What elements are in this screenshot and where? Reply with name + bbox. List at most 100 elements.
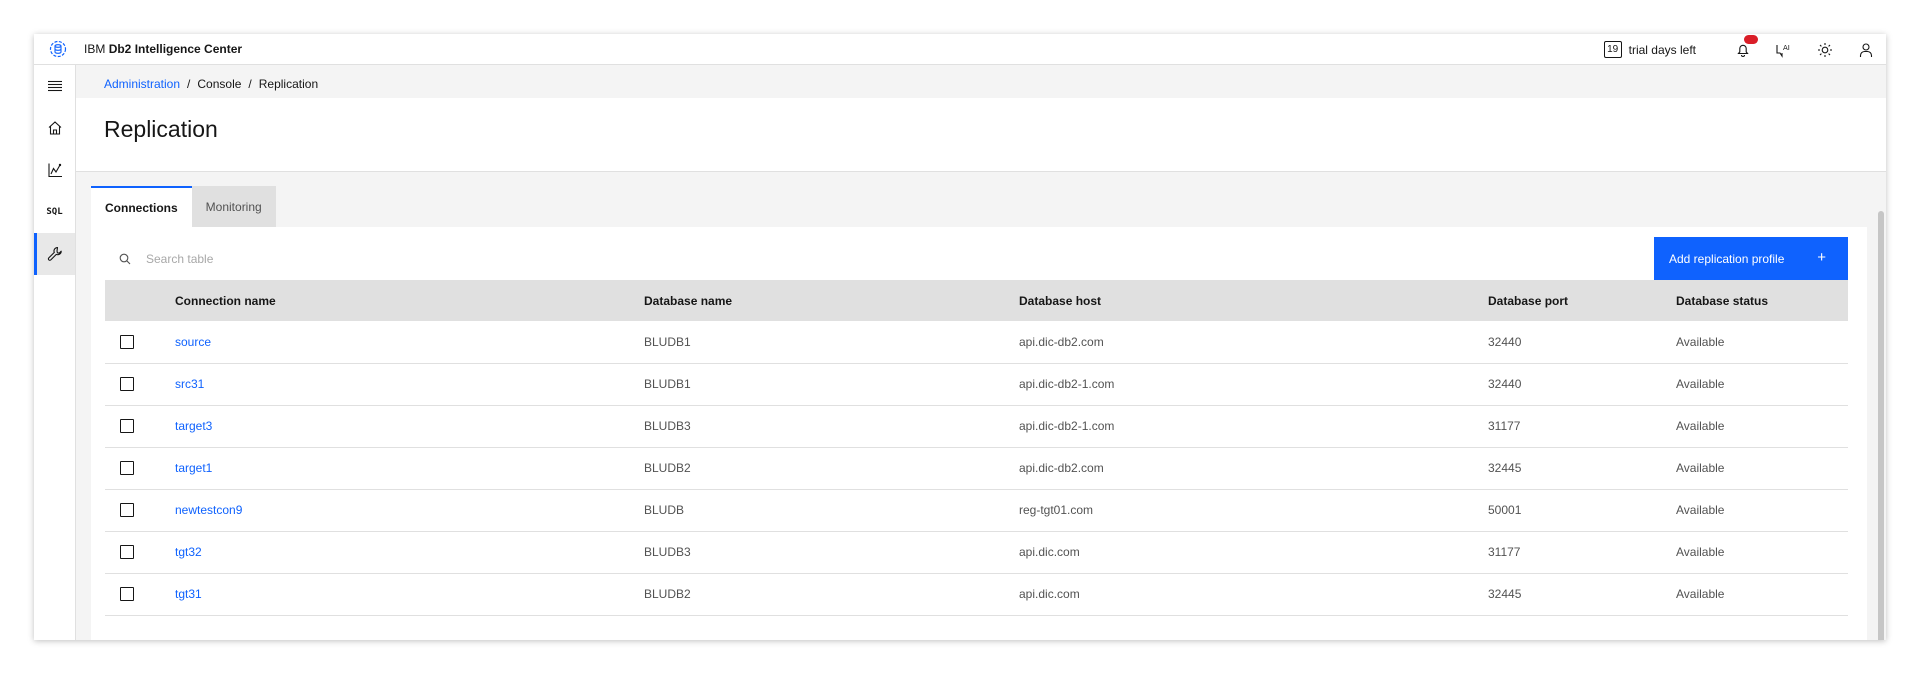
database-port-cell: 31177 <box>1488 545 1521 559</box>
database-port-cell: 50001 <box>1488 503 1522 517</box>
row-checkbox[interactable] <box>120 419 134 433</box>
breadcrumb-console: Console <box>197 77 242 91</box>
nav-home[interactable] <box>34 107 75 149</box>
search-input[interactable] <box>146 251 546 266</box>
nav-monitor[interactable] <box>34 149 75 191</box>
database-port-cell: 31177 <box>1488 419 1521 433</box>
nav-sql[interactable]: SQL <box>34 191 75 233</box>
header-database-port[interactable]: Database port <box>1488 280 1676 321</box>
database-name-cell: BLUDB3 <box>644 545 691 559</box>
breadcrumb: Administration / Console / Replication <box>104 77 318 91</box>
connection-link[interactable]: tgt32 <box>175 545 202 559</box>
add-button-label: Add replication profile <box>1669 251 1785 266</box>
connections-panel: Add replication profile + Connection nam… <box>91 227 1867 640</box>
brand-name: Db2 Intelligence Center <box>108 42 243 56</box>
header-database-host[interactable]: Database host <box>1019 280 1488 321</box>
database-port-cell: 32445 <box>1488 461 1522 475</box>
page-title: Replication <box>104 116 218 142</box>
breadcrumb-separator: / <box>187 77 191 91</box>
database-host-cell: reg-tgt01.com <box>1019 503 1094 517</box>
database-status-cell: Available <box>1676 461 1725 475</box>
top-header: IBM Db2 Intelligence Center 19 trial day… <box>34 34 1886 65</box>
header-database-status[interactable]: Database status <box>1676 280 1848 321</box>
main-content: Administration / Console / Replication Repli… <box>76 65 1886 640</box>
home-icon <box>48 121 61 135</box>
database-name-cell: BLUDB2 <box>644 587 691 601</box>
ai-assistant-icon: AI <box>1775 44 1790 58</box>
table-search <box>105 237 1405 280</box>
header-actions: 19 trial days left AI <box>1603 34 1886 65</box>
trial-label: trial days left <box>1628 42 1696 57</box>
tab-connections[interactable]: Connections <box>91 186 192 227</box>
database-status-cell: Available <box>1676 419 1725 433</box>
database-status-cell: Available <box>1676 334 1725 349</box>
sql-label: SQL <box>46 207 63 217</box>
database-host-cell: api.dic-db2.com <box>1019 334 1104 349</box>
notification-badge <box>1744 35 1758 44</box>
table-header-row: Connection name Database name Database h… <box>105 280 1848 321</box>
table-row: newtestcon9 BLUDB reg-tgt01.com 50001 Av… <box>105 489 1848 531</box>
row-checkbox[interactable] <box>120 587 134 601</box>
database-port-cell: 32440 <box>1488 377 1522 391</box>
plus-icon: + <box>1817 249 1826 266</box>
row-checkbox[interactable] <box>120 377 134 391</box>
connection-link[interactable]: newtestcon9 <box>175 503 242 517</box>
theme-toggle-button[interactable] <box>1804 34 1845 65</box>
database-status-cell: Available <box>1676 377 1725 391</box>
table-row: target1 BLUDB2 api.dic-db2.com 32445 Ava… <box>105 447 1848 489</box>
table-row: src31 BLUDB1 api.dic-db2-1.com 32440 Ava… <box>105 363 1848 405</box>
header-database-name[interactable]: Database name <box>644 280 1019 321</box>
connection-link[interactable]: target3 <box>175 419 212 433</box>
row-checkbox[interactable] <box>120 503 134 517</box>
header-connection-name[interactable]: Connection name <box>175 280 644 321</box>
trial-indicator[interactable]: 19 trial days left <box>1603 41 1696 58</box>
table-row: source BLUDB1 api.dic-db2.com 32440 Avai… <box>105 321 1848 363</box>
svg-text:AI: AI <box>1783 44 1790 52</box>
row-checkbox[interactable] <box>120 461 134 475</box>
database-name-cell: BLUDB <box>644 503 685 517</box>
database-status-cell: Available <box>1676 587 1725 601</box>
database-host-cell: api.dic-db2-1.com <box>1019 419 1115 433</box>
notification-button[interactable] <box>1722 34 1763 65</box>
database-name-cell: BLUDB3 <box>644 419 691 433</box>
database-status-cell: Available <box>1676 503 1725 517</box>
user-icon <box>1859 42 1872 57</box>
connection-link[interactable]: src31 <box>175 377 204 391</box>
database-host-cell: api.dic.com <box>1019 587 1080 601</box>
chart-icon <box>47 163 62 178</box>
logo-icon[interactable] <box>44 38 72 60</box>
ai-assistant-button[interactable]: AI <box>1763 34 1804 65</box>
connections-table: Connection name Database name Database h… <box>105 280 1848 616</box>
table-row: tgt32 BLUDB3 api.dic.com 31177 Available <box>105 531 1848 573</box>
wrench-icon <box>47 246 62 261</box>
connection-link[interactable]: tgt31 <box>175 587 202 601</box>
database-host-cell: api.dic-db2-1.com <box>1019 377 1115 391</box>
row-checkbox[interactable] <box>120 334 134 349</box>
theme-toggle-icon <box>1817 42 1832 57</box>
connection-link[interactable]: target1 <box>175 461 212 475</box>
database-name-cell: BLUDB1 <box>644 334 691 349</box>
breadcrumb-replication: Replication <box>258 77 319 91</box>
brand-prefix: IBM <box>84 42 106 56</box>
nav-administration[interactable] <box>34 233 75 275</box>
tab-monitoring[interactable]: Monitoring <box>191 186 276 227</box>
row-checkbox[interactable] <box>120 545 134 559</box>
breadcrumb-administration[interactable]: Administration <box>104 77 180 91</box>
search-icon <box>118 252 132 266</box>
database-port-cell: 32440 <box>1488 334 1522 349</box>
user-profile-button[interactable] <box>1845 34 1886 65</box>
connection-link[interactable]: source <box>175 335 211 349</box>
database-name-cell: BLUDB2 <box>644 461 691 475</box>
nav-menu[interactable] <box>34 65 75 107</box>
hamburger-menu-icon <box>47 80 62 92</box>
table-row: target3 BLUDB3 api.dic-db2-1.com 31177 A… <box>105 405 1848 447</box>
page-header: Replication <box>76 98 1886 172</box>
table-row: tgt31 BLUDB2 api.dic.com 32445 Available <box>105 573 1848 615</box>
breadcrumb-separator: / <box>248 77 252 91</box>
side-navigation: SQL <box>34 65 76 640</box>
add-replication-profile-button[interactable]: Add replication profile + <box>1654 237 1848 280</box>
scrollbar-thumb[interactable] <box>1878 211 1884 640</box>
database-host-cell: api.dic-db2.com <box>1019 461 1104 475</box>
database-host-cell: api.dic.com <box>1019 545 1080 559</box>
calendar-icon: 19 <box>1603 41 1622 58</box>
